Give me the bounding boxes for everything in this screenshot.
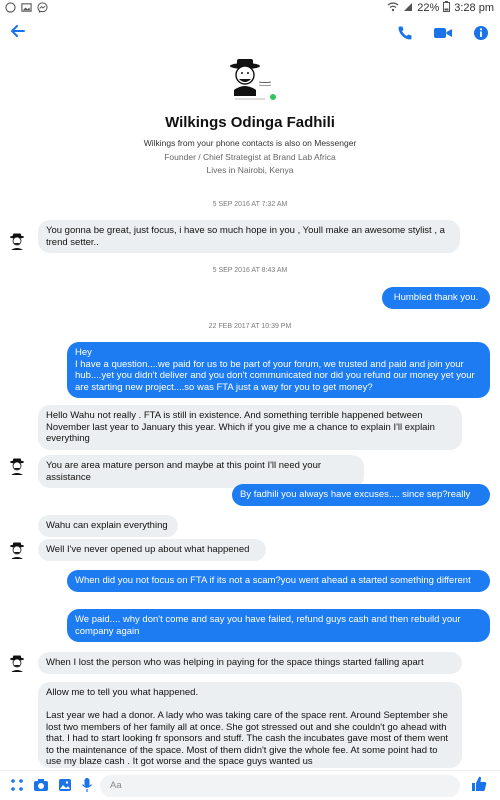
message-bubble-incoming[interactable]: Well I've never opened up about what hap… — [38, 539, 266, 561]
gallery-icon[interactable] — [56, 776, 74, 794]
message-bubble-outgoing[interactable]: By fadhili you always have excuses.... s… — [232, 484, 490, 506]
message-bubble-incoming[interactable]: Allow me to tell you what happened. Last… — [38, 682, 462, 768]
timestamp: 22 FEB 2017 AT 10:39 PM — [208, 323, 292, 330]
message-bubble-incoming[interactable]: When I lost the person who was helping i… — [38, 652, 462, 674]
contacts-notice: Wilkings from your phone contacts is als… — [143, 138, 357, 148]
signal-icon — [403, 2, 413, 15]
message-bubble-outgoing[interactable]: Hey I have a question....we paid for us … — [67, 342, 490, 398]
contact-location: Lives in Nairobi, Kenya — [206, 165, 294, 175]
status-right: 22% 3:28 pm — [387, 1, 494, 15]
online-status-dot — [268, 92, 278, 102]
contact-name: Wilkings Odinga Fadhili — [165, 114, 335, 131]
app-bar — [0, 16, 500, 52]
message-bubble-outgoing[interactable]: Humbled thank you. — [382, 287, 490, 309]
message-bubble-incoming[interactable]: Hello Wahu not really . FTA is still in … — [38, 405, 462, 450]
message-input[interactable]: Aa — [100, 775, 460, 797]
battery-level: 22% — [417, 2, 440, 14]
battery-icon — [443, 1, 451, 15]
message-bubble-outgoing[interactable]: When did you not focus on FTA if its not… — [67, 570, 490, 592]
messenger-icon — [36, 1, 48, 13]
gallery-icon — [20, 1, 32, 13]
sender-avatar — [8, 232, 28, 252]
timestamp: 5 SEP 2016 AT 8:43 AM — [212, 267, 288, 274]
camera-icon[interactable] — [32, 776, 50, 794]
message-bubble-incoming[interactable]: Wahu can explain everything — [38, 515, 178, 537]
contact-role: Founder / Chief Strategist at Brand Lab … — [164, 152, 336, 162]
info-icon[interactable] — [470, 22, 492, 44]
message-bubble-incoming[interactable]: You gonna be great, just focus, i have s… — [38, 220, 460, 253]
status-bar: 22% 3:28 pm — [0, 0, 500, 16]
sender-avatar — [8, 457, 28, 477]
thumbs-up-icon[interactable] — [470, 775, 488, 793]
phone-call-icon[interactable] — [394, 22, 416, 44]
status-left-icons — [4, 1, 48, 13]
back-arrow-icon[interactable] — [6, 22, 30, 46]
clock: 3:28 pm — [454, 2, 494, 14]
message-composer: Aa — [0, 770, 500, 800]
sender-avatar — [8, 541, 28, 561]
wifi-icon — [387, 1, 399, 15]
app-bar-actions — [394, 22, 492, 44]
message-bubble-outgoing[interactable]: We paid.... why don't come and say you h… — [67, 609, 490, 642]
sender-avatar — [8, 654, 28, 674]
microphone-icon[interactable] — [78, 776, 96, 794]
timestamp: 5 SEP 2016 AT 7:32 AM — [212, 201, 288, 208]
video-call-icon[interactable] — [432, 22, 454, 44]
more-apps-icon[interactable] — [8, 776, 26, 794]
whatsapp-icon — [4, 1, 16, 13]
